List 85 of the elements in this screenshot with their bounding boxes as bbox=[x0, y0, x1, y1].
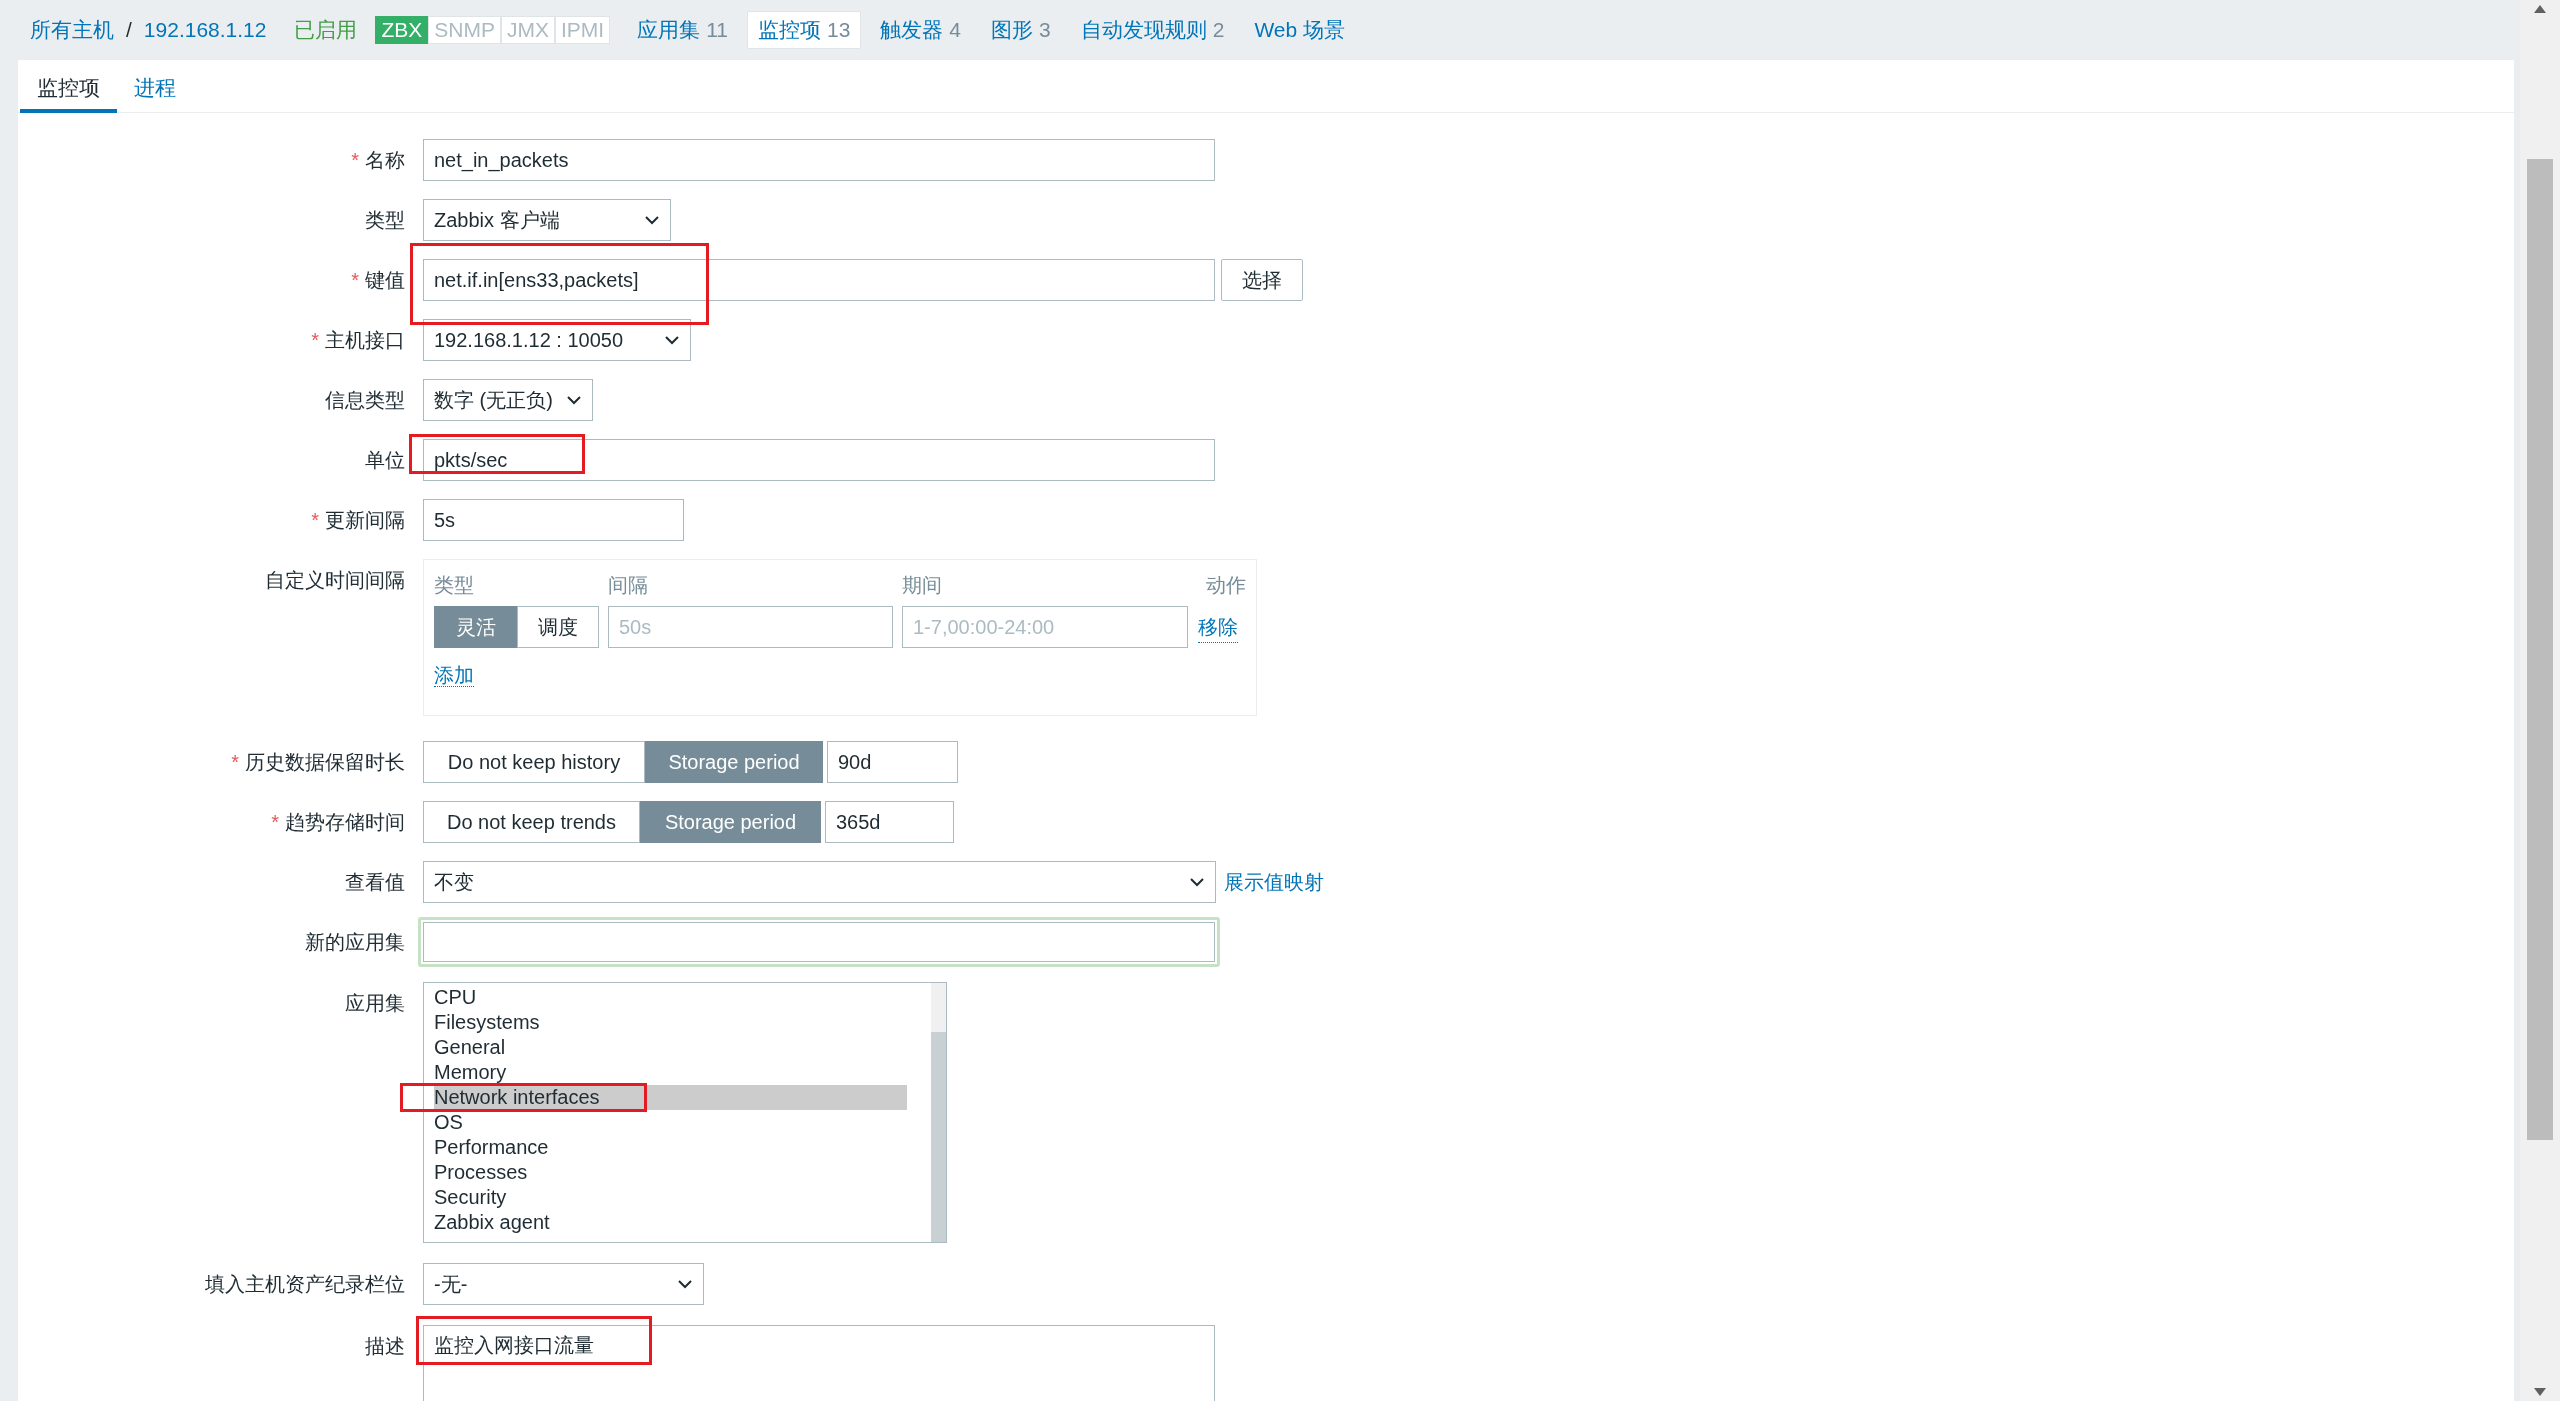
chevron-down-icon bbox=[664, 335, 680, 345]
text-field[interactable]: 90d bbox=[827, 741, 958, 783]
host-tab[interactable]: 自动发现规则 2 bbox=[1069, 11, 1236, 49]
text-field[interactable]: net_in_packets bbox=[423, 139, 1215, 181]
page-scrollbar[interactable] bbox=[2520, 0, 2560, 1401]
breadcrumb-separator: / bbox=[126, 17, 132, 44]
form-tab[interactable]: 进程 bbox=[117, 60, 193, 113]
application-option[interactable]: Security bbox=[434, 1185, 907, 1210]
text-field[interactable]: 5s bbox=[423, 499, 684, 541]
host-tab[interactable]: 应用集 11 bbox=[626, 11, 739, 49]
scroll-down-arrow-icon[interactable] bbox=[2533, 1387, 2547, 1397]
availability-badge: JMX bbox=[501, 16, 555, 44]
scroll-up-arrow-icon[interactable] bbox=[2533, 4, 2547, 14]
application-listbox[interactable]: CPU Filesystems General Memory Network interfaces OS Performance Processes Security Zabbix agent bbox=[423, 982, 947, 1243]
value-mapping-link[interactable]: 展示值映射 bbox=[1224, 867, 1324, 897]
application-option[interactable]: Zabbix agent bbox=[434, 1210, 907, 1235]
breadcrumb-link[interactable]: 所有主机 bbox=[30, 14, 114, 46]
field-label: 查看值 bbox=[345, 870, 405, 895]
field-label: 趋势存储时间 bbox=[285, 810, 405, 835]
field-label: 信息类型 bbox=[325, 388, 405, 413]
availability-badge: ZBX bbox=[375, 16, 429, 44]
dropdown[interactable]: 不变 bbox=[423, 861, 1216, 903]
text-field[interactable]: pkts/sec bbox=[423, 439, 1215, 481]
scrollbar-thumb[interactable] bbox=[2527, 159, 2553, 1140]
required-asterisk: * bbox=[311, 328, 319, 353]
field-label: 填入主机资产纪录栏位 bbox=[205, 1272, 405, 1297]
required-asterisk: * bbox=[311, 508, 319, 533]
interval-field[interactable]: 50s bbox=[608, 606, 893, 648]
dropdown[interactable]: Zabbix 客户端 bbox=[423, 199, 671, 241]
segment-option[interactable]: 调度 bbox=[517, 606, 599, 648]
application-option[interactable]: Processes bbox=[434, 1160, 907, 1185]
chevron-down-icon bbox=[644, 215, 660, 225]
chevron-down-icon bbox=[677, 1279, 693, 1289]
field-label: 键值 bbox=[365, 268, 405, 293]
field-label: 更新间隔 bbox=[325, 508, 405, 533]
application-field[interactable] bbox=[418, 917, 1220, 967]
required-asterisk: * bbox=[271, 810, 279, 835]
host-tab[interactable]: 图形 3 bbox=[980, 11, 1062, 49]
column-header: 间隔 bbox=[608, 574, 648, 596]
required-asterisk: * bbox=[351, 268, 359, 293]
field-label: 单位 bbox=[365, 448, 405, 473]
field-label: 历史数据保留时长 bbox=[245, 750, 405, 775]
column-header: 类型 bbox=[434, 574, 474, 596]
text-field[interactable]: 365d bbox=[825, 801, 954, 843]
field-label: 自定义时间间隔 bbox=[265, 568, 405, 593]
column-header: 期间 bbox=[902, 574, 942, 596]
column-header: 动作 bbox=[1206, 574, 1246, 596]
application-option[interactable]: Performance bbox=[434, 1135, 907, 1160]
list-scrollbar-thumb[interactable] bbox=[931, 1032, 946, 1242]
application-option[interactable]: General bbox=[434, 1035, 907, 1060]
dropdown[interactable]: 192.168.1.12 : 10050 bbox=[423, 319, 691, 361]
required-asterisk: * bbox=[231, 750, 239, 775]
application-option[interactable]: Memory bbox=[434, 1060, 907, 1085]
period-field[interactable]: 1-7,00:00-24:00 bbox=[902, 606, 1188, 648]
field-label: 主机接口 bbox=[325, 328, 405, 353]
host-status: 已启用 bbox=[294, 17, 358, 44]
host-tab[interactable]: 监控项 13 bbox=[747, 11, 862, 49]
host-tab[interactable]: Web 场景 bbox=[1243, 11, 1357, 49]
availability-badge: IPMI bbox=[555, 16, 611, 44]
application-option[interactable]: CPU bbox=[434, 985, 907, 1010]
chevron-down-icon bbox=[566, 395, 582, 405]
required-asterisk: * bbox=[351, 148, 359, 173]
field-label: 名称 bbox=[365, 148, 405, 173]
text-field[interactable]: net.if.in[ens33,packets] bbox=[423, 259, 1215, 301]
field-label: 描述 bbox=[365, 1334, 405, 1359]
segment-option[interactable]: Do not keep history bbox=[423, 741, 645, 783]
application-option[interactable]: Filesystems bbox=[434, 1010, 907, 1035]
description-field[interactable]: 监控入网接口流量 bbox=[423, 1325, 1215, 1401]
availability-badge: SNMP bbox=[428, 16, 501, 44]
application-option[interactable]: Network interfaces bbox=[434, 1085, 907, 1110]
field-label: 新的应用集 bbox=[305, 930, 405, 955]
select-button[interactable]: 选择 bbox=[1221, 259, 1303, 301]
chevron-down-icon bbox=[1189, 877, 1205, 887]
field-label: 应用集 bbox=[345, 991, 405, 1016]
field-label: 类型 bbox=[365, 208, 405, 233]
dropdown[interactable]: 数字 (无正负) bbox=[423, 379, 593, 421]
add-link[interactable]: 添加 bbox=[434, 664, 474, 687]
breadcrumb-link[interactable]: 192.168.1.12 bbox=[143, 14, 267, 46]
host-tab[interactable]: 触发器 4 bbox=[869, 11, 973, 49]
form-tab[interactable]: 监控项 bbox=[20, 60, 117, 113]
remove-link[interactable]: 移除 bbox=[1198, 611, 1238, 643]
application-option[interactable]: OS bbox=[434, 1110, 907, 1135]
dropdown[interactable]: -无- bbox=[423, 1263, 704, 1305]
list-scrollbar[interactable] bbox=[931, 983, 946, 1242]
segment-option[interactable]: Do not keep trends bbox=[423, 801, 640, 843]
